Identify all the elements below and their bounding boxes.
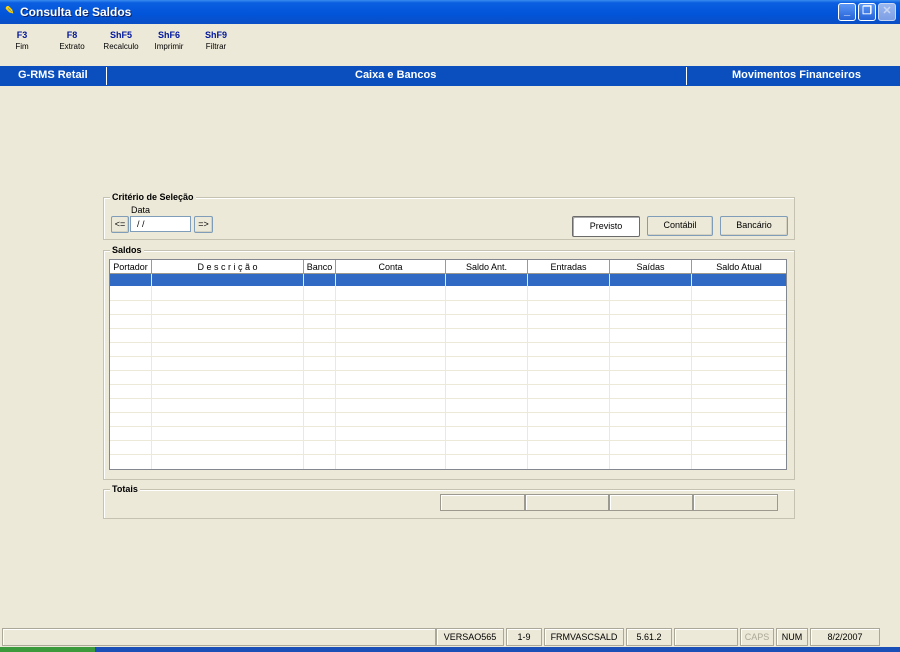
restore-icon: ❐ bbox=[862, 5, 872, 17]
row-divider bbox=[110, 398, 786, 399]
function-label: Imprimir bbox=[154, 42, 184, 51]
column-header-saidas[interactable]: Saídas bbox=[610, 260, 692, 274]
minimize-icon: _ bbox=[843, 5, 851, 17]
group-title: Totais bbox=[110, 484, 140, 494]
function-label: Filtrar bbox=[205, 42, 227, 51]
start-button-edge[interactable] bbox=[0, 647, 95, 652]
column-header-conta[interactable]: Conta bbox=[336, 260, 446, 274]
function-label: Extrato bbox=[59, 42, 85, 51]
taskbar-strip bbox=[0, 647, 900, 652]
row-divider bbox=[110, 426, 786, 427]
restore-button[interactable]: ❐ bbox=[858, 3, 876, 21]
column-header-portador[interactable]: Portador bbox=[110, 260, 152, 274]
saldos-grid[interactable]: Portador D e s c r i ç ã o Banco Conta S… bbox=[109, 259, 787, 470]
previous-date-button[interactable]: <= bbox=[111, 216, 129, 233]
minimize-button[interactable]: _ bbox=[838, 3, 856, 21]
status-date: 8/2/2007 bbox=[810, 628, 880, 646]
date-label: Data bbox=[131, 205, 151, 215]
title-bar[interactable]: ✎ Consulta de Saldos _ ❐ ✕ bbox=[0, 0, 900, 24]
group-title: Critério de Seleção bbox=[110, 192, 196, 202]
module-name: Caixa e Bancos bbox=[355, 69, 437, 81]
row-divider bbox=[110, 342, 786, 343]
status-message-panel bbox=[2, 628, 436, 646]
column-header-saldo-atual[interactable]: Saldo Atual bbox=[692, 260, 786, 274]
function-key: ShF9 bbox=[204, 30, 227, 40]
row-divider bbox=[110, 412, 786, 413]
row-divider bbox=[110, 384, 786, 385]
total-entradas bbox=[525, 494, 609, 511]
toolbar-item-fim[interactable]: F3 Fim bbox=[10, 28, 34, 52]
column-header-descricao[interactable]: D e s c r i ç ã o bbox=[152, 260, 304, 274]
function-key-toolbar: F3 Fim F8 Extrato ShF5 Recalculo ShF6 Im… bbox=[0, 28, 260, 60]
close-icon: ✕ bbox=[882, 5, 892, 17]
total-saldo-ant bbox=[440, 494, 525, 511]
row-divider bbox=[110, 300, 786, 301]
column-header-banco[interactable]: Banco bbox=[304, 260, 336, 274]
function-key: F8 bbox=[66, 30, 78, 40]
row-divider bbox=[110, 454, 786, 455]
function-key: F3 bbox=[16, 30, 28, 40]
date-input[interactable]: / / bbox=[130, 216, 191, 232]
bancario-button[interactable]: Bancário bbox=[720, 216, 788, 236]
toolbar-item-imprimir[interactable]: ShF6 Imprimir bbox=[148, 28, 190, 52]
header-separator bbox=[686, 67, 687, 85]
previsto-button[interactable]: Previsto bbox=[572, 216, 640, 237]
row-divider bbox=[110, 314, 786, 315]
product-name: G-RMS Retail bbox=[18, 69, 88, 81]
function-key: ShF6 bbox=[157, 30, 180, 40]
function-key: ShF5 bbox=[109, 30, 132, 40]
total-saldo-atual bbox=[693, 494, 778, 511]
status-bar: VERSAO565 1-9 FRMVASCSALD 5.61.2 CAPS NU… bbox=[0, 628, 900, 646]
status-form-name: FRMVASCSALD bbox=[544, 628, 624, 646]
status-build: 5.61.2 bbox=[626, 628, 672, 646]
selected-row[interactable] bbox=[110, 274, 786, 286]
function-label: Fim bbox=[15, 42, 29, 51]
status-empty-panel bbox=[674, 628, 738, 646]
toolbar-item-filtrar[interactable]: ShF9 Filtrar bbox=[198, 28, 234, 52]
app-icon: ✎ bbox=[5, 5, 15, 17]
total-saidas bbox=[609, 494, 693, 511]
next-date-button[interactable]: => bbox=[194, 216, 213, 233]
row-divider bbox=[110, 440, 786, 441]
module-header-bar: G-RMS Retail Caixa e Bancos Movimentos F… bbox=[0, 66, 900, 86]
row-divider bbox=[110, 370, 786, 371]
close-button: ✕ bbox=[878, 3, 896, 21]
status-page: 1-9 bbox=[506, 628, 542, 646]
window-title: Consulta de Saldos bbox=[20, 5, 132, 19]
group-title: Saldos bbox=[110, 245, 144, 255]
column-header-saldo-ant[interactable]: Saldo Ant. bbox=[446, 260, 528, 274]
status-version: VERSAO565 bbox=[436, 628, 504, 646]
toolbar-item-extrato[interactable]: F8 Extrato bbox=[54, 28, 90, 52]
status-caps: CAPS bbox=[740, 628, 774, 646]
function-label: Recalculo bbox=[103, 42, 139, 51]
row-divider bbox=[110, 356, 786, 357]
column-header-entradas[interactable]: Entradas bbox=[528, 260, 610, 274]
row-divider bbox=[110, 328, 786, 329]
contabil-button[interactable]: Contábil bbox=[647, 216, 713, 236]
section-name: Movimentos Financeiros bbox=[732, 69, 861, 81]
status-num: NUM bbox=[776, 628, 808, 646]
toolbar-item-recalculo[interactable]: ShF5 Recalculo bbox=[99, 28, 143, 52]
header-separator bbox=[106, 67, 107, 85]
